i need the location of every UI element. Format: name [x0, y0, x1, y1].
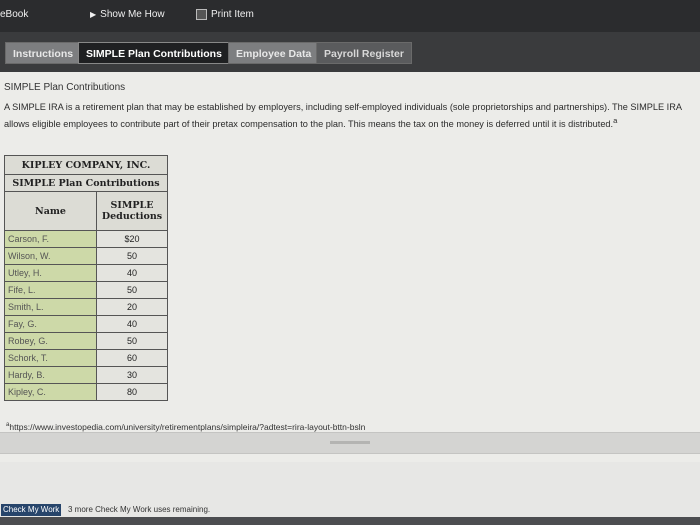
bottom-edge [0, 517, 700, 525]
tab-instructions[interactable]: Instructions [5, 42, 82, 64]
contributions-table: KIPLEY COMPANY, INC. SIMPLE Plan Contrib… [4, 155, 168, 401]
table-row: Fay, G. 40 [4, 315, 168, 333]
row-value: 50 [96, 247, 168, 265]
row-value: 80 [96, 383, 168, 401]
table-company-title: KIPLEY COMPANY, INC. [4, 155, 168, 175]
print-item-label: Print Item [211, 9, 254, 20]
table-row: Hardy, B. 30 [4, 366, 168, 384]
print-icon [196, 9, 207, 20]
col-header-deductions-line1: SIMPLE [110, 200, 154, 211]
main-content: SIMPLE Plan Contributions A SIMPLE IRA i… [0, 72, 700, 462]
table-row: Robey, G. 50 [4, 332, 168, 350]
remaining-uses-text: 3 more Check My Work uses remaining. [68, 505, 211, 514]
table-row: Carson, F. $20 [4, 230, 168, 248]
section-title: SIMPLE Plan Contributions [4, 82, 126, 93]
description-paragraph: A SIMPLE IRA is a retirement plan that m… [4, 100, 684, 131]
tab-simple-plan-contributions[interactable]: SIMPLE Plan Contributions [78, 42, 230, 64]
row-name: Fife, L. [4, 281, 97, 299]
row-name: Wilson, W. [4, 247, 97, 265]
row-value: 30 [96, 366, 168, 384]
footer-bar: Check My Work 3 more Check My Work uses … [0, 462, 700, 525]
table-row: Utley, H. 40 [4, 264, 168, 282]
row-value: 60 [96, 349, 168, 367]
row-value: 20 [96, 298, 168, 316]
ebook-link[interactable]: eBook [0, 9, 28, 20]
check-my-work-button[interactable]: Check My Work [1, 504, 62, 516]
top-toolbar: eBook ▶ Show Me How Print Item [0, 0, 700, 32]
tab-payroll-register[interactable]: Payroll Register [316, 42, 412, 64]
show-me-how-label: Show Me How [100, 9, 165, 20]
table-row: Smith, L. 20 [4, 298, 168, 316]
row-value: $20 [96, 230, 168, 248]
row-name: Hardy, B. [4, 366, 97, 384]
table-row: Fife, L. 50 [4, 281, 168, 299]
row-name: Kipley, C. [4, 383, 97, 401]
table-row: Wilson, W. 50 [4, 247, 168, 265]
table-subtitle: SIMPLE Plan Contributions [4, 174, 168, 192]
row-value: 50 [96, 281, 168, 299]
horizontal-scrollbar[interactable] [0, 432, 700, 454]
footnote-marker: a [613, 116, 618, 125]
row-name: Carson, F. [4, 230, 97, 248]
col-header-deductions: SIMPLE Deductions [96, 191, 168, 231]
row-value: 40 [96, 264, 168, 282]
show-me-how-button[interactable]: ▶ Show Me How [90, 9, 165, 20]
footnote-link[interactable]: https://www.investopedia.com/university/… [9, 422, 365, 432]
tab-bar: Instructions SIMPLE Plan Contributions E… [0, 32, 700, 72]
table-row: Kipley, C. 80 [4, 383, 168, 401]
row-name: Smith, L. [4, 298, 97, 316]
row-name: Utley, H. [4, 264, 97, 282]
footnote: ahttps://www.investopedia.com/university… [6, 422, 365, 432]
col-header-name: Name [4, 191, 97, 231]
row-value: 50 [96, 332, 168, 350]
table-row: Schork, T. 60 [4, 349, 168, 367]
play-icon: ▶ [90, 10, 97, 19]
col-header-deductions-line2: Deductions [101, 211, 163, 222]
tab-employee-data[interactable]: Employee Data [228, 42, 320, 64]
row-name: Schork, T. [4, 349, 97, 367]
scrollbar-thumb[interactable] [330, 441, 370, 444]
row-name: Fay, G. [4, 315, 97, 333]
row-value: 40 [96, 315, 168, 333]
description-text: A SIMPLE IRA is a retirement plan that m… [4, 102, 682, 130]
row-name: Robey, G. [4, 332, 97, 350]
print-item-button[interactable]: Print Item [196, 9, 254, 20]
